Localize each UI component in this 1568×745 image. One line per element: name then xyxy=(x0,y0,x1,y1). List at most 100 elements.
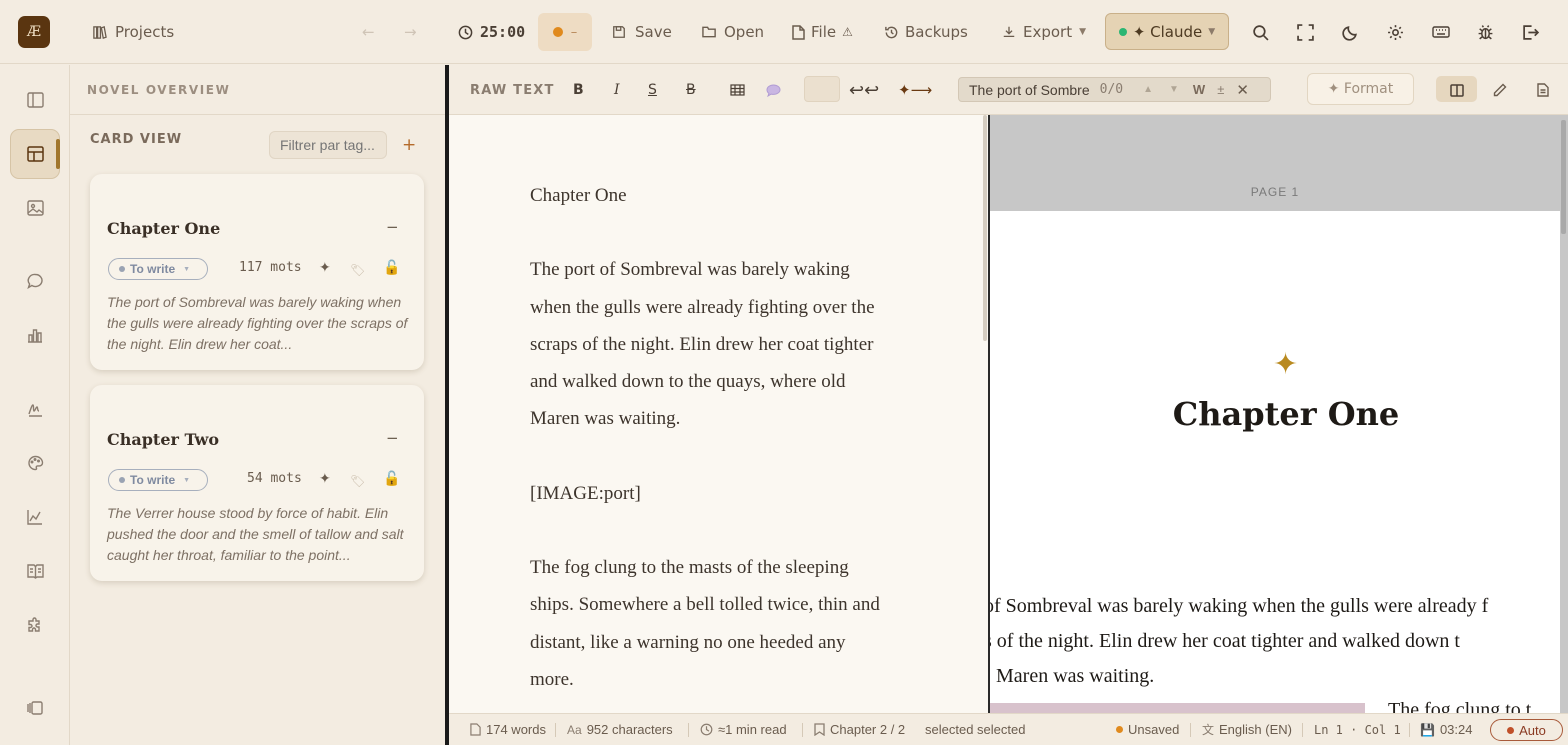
italic-button[interactable]: I xyxy=(614,65,620,115)
raw-paragraph[interactable]: Chapter One xyxy=(530,177,890,214)
format-button[interactable]: ✦ Format xyxy=(1307,73,1414,105)
file-label: File xyxy=(811,23,837,41)
find-input-value[interactable]: The port of Sombre xyxy=(969,82,1090,98)
folder-open-icon xyxy=(702,26,716,38)
edit-view-button[interactable] xyxy=(1493,65,1507,115)
last-save-time: 03:24 xyxy=(1439,722,1473,737)
chevron-down-icon: ▼ xyxy=(183,265,191,273)
search-button[interactable] xyxy=(1252,0,1269,64)
card-excerpt: The Verrer house stood by force of habit… xyxy=(107,505,404,563)
find-next-button[interactable]: ▼ xyxy=(1169,84,1179,95)
line-break-button[interactable]: ↩↩ xyxy=(849,65,879,115)
gear-icon xyxy=(1388,24,1403,40)
bold-button[interactable]: B xyxy=(573,65,584,115)
top-toolbar: Æ Projects ← → 25:00 – Save Open File ⚠ … xyxy=(0,0,1568,64)
strikethrough-button[interactable]: B xyxy=(686,65,696,115)
language-status[interactable]: 文 English (EN) xyxy=(1202,714,1292,745)
raw-paragraph[interactable]: [IMAGE:port] xyxy=(530,475,890,512)
whole-word-toggle[interactable]: W xyxy=(1193,82,1205,97)
fullscreen-button[interactable] xyxy=(1297,0,1314,64)
nav-statistics[interactable] xyxy=(24,324,46,346)
save-button[interactable]: Save xyxy=(612,0,672,64)
char-count-label: 952 characters xyxy=(586,722,673,737)
comment-button[interactable] xyxy=(766,65,781,115)
nav-themes[interactable] xyxy=(24,452,46,474)
underline-button[interactable]: S xyxy=(648,65,657,115)
nav-analytics[interactable] xyxy=(24,506,46,528)
toggle-sidebar-button[interactable] xyxy=(24,89,46,111)
panel-collapse-icon xyxy=(27,701,43,715)
icon-rail xyxy=(0,65,70,745)
match-case-toggle[interactable]: ± xyxy=(1217,82,1224,97)
settings-button[interactable] xyxy=(1387,0,1404,64)
file-button[interactable]: File ⚠ xyxy=(792,0,853,64)
nav-chat[interactable] xyxy=(24,270,46,292)
unsaved-label: Unsaved xyxy=(1128,722,1180,737)
status-pill[interactable]: To write ▼ xyxy=(108,258,208,280)
autosave-label: Auto xyxy=(1519,722,1546,738)
language-label: English (EN) xyxy=(1219,722,1292,737)
chapter-card[interactable]: Chapter One − To write ▼ 117 mots ✦ 🏷 🔓 … xyxy=(90,174,424,370)
tag-icon[interactable]: 🏷 xyxy=(350,263,365,277)
raw-text-editor[interactable]: Chapter One The port of Sombreval was ba… xyxy=(449,115,988,713)
arrow-right-icon: → xyxy=(404,23,417,41)
ai-model-selector[interactable]: ✦ Claude ▼ xyxy=(1105,13,1229,50)
timer-button[interactable]: 25:00 xyxy=(458,0,525,64)
export-label: Export xyxy=(1023,23,1073,41)
close-icon[interactable]: ✕ xyxy=(1236,81,1249,99)
nav-images[interactable] xyxy=(24,197,46,219)
keyboard-shortcuts-button[interactable] xyxy=(1432,0,1450,64)
status-pill[interactable]: To write ▼ xyxy=(108,469,208,491)
clock-icon xyxy=(700,723,713,736)
raw-paragraph[interactable]: The port of Sombreval was barely waking … xyxy=(530,251,890,437)
backups-button[interactable]: Backups xyxy=(884,0,968,64)
raw-text-content[interactable]: Chapter One The port of Sombreval was ba… xyxy=(530,177,890,713)
ai-sparkle-button[interactable]: ✦ xyxy=(319,471,331,487)
status-separator xyxy=(802,723,803,737)
collapse-rail-button[interactable] xyxy=(24,697,46,719)
open-label: Open xyxy=(724,23,765,41)
nav-book[interactable] xyxy=(24,560,46,582)
highlight-button[interactable] xyxy=(804,76,840,102)
undo-button[interactable]: ← xyxy=(362,0,375,64)
ai-sparkle-button[interactable]: ✦ xyxy=(319,260,331,276)
scene-break-button[interactable]: ✦⟶ xyxy=(898,65,932,115)
preview-view-button[interactable] xyxy=(1537,65,1549,115)
pomodoro-status-dot xyxy=(552,27,563,37)
tag-icon[interactable]: 🏷 xyxy=(350,474,365,488)
collapse-card-button[interactable]: − xyxy=(386,429,399,447)
tag-filter-input[interactable] xyxy=(269,131,387,159)
unlock-icon[interactable]: 🔓 xyxy=(383,260,400,276)
unlock-icon[interactable]: 🔓 xyxy=(383,471,400,487)
add-card-button[interactable]: + xyxy=(402,135,416,155)
read-time-label: ≈1 min read xyxy=(718,722,787,737)
chapter-status[interactable]: Chapter 2 / 2 xyxy=(814,714,905,745)
raw-paragraph[interactable]: The fog clung to the masts of the sleepi… xyxy=(530,549,890,698)
logout-button[interactable] xyxy=(1522,0,1539,64)
chapter-card[interactable]: Chapter Two − To write ▼ 54 mots ✦ 🏷 🔓 T… xyxy=(90,385,424,581)
debug-button[interactable] xyxy=(1477,0,1494,64)
raw-editor-scrollbar[interactable] xyxy=(983,115,987,341)
image-icon xyxy=(26,200,44,216)
preview-aside-text: The fog clung to t xyxy=(1388,699,1532,713)
preview-scrollbar[interactable] xyxy=(1561,120,1566,234)
pomodoro-button[interactable]: – xyxy=(538,13,592,51)
nav-overview[interactable] xyxy=(24,143,46,165)
nav-plugins[interactable] xyxy=(24,614,46,636)
nav-revisions[interactable] xyxy=(24,398,46,420)
puzzle-icon xyxy=(28,617,40,632)
projects-button[interactable]: Projects xyxy=(92,0,174,64)
table-button[interactable] xyxy=(730,65,745,115)
word-count-status: 174 words xyxy=(470,714,546,745)
autosave-toggle[interactable]: Auto xyxy=(1490,719,1563,741)
split-view-button[interactable] xyxy=(1450,65,1464,115)
dark-mode-button[interactable] xyxy=(1342,0,1359,64)
text-size-icon: Aa xyxy=(567,722,582,737)
redo-button[interactable]: → xyxy=(404,0,417,64)
find-bar[interactable]: The port of Sombre 0/0 ▲ ▼ W ± ✕ xyxy=(958,77,1271,102)
find-prev-button[interactable]: ▲ xyxy=(1143,84,1153,95)
export-button[interactable]: Export ▼ xyxy=(1002,0,1086,64)
open-button[interactable]: Open xyxy=(702,0,764,64)
app-logo[interactable]: Æ xyxy=(18,16,50,48)
collapse-card-button[interactable]: − xyxy=(386,218,399,236)
